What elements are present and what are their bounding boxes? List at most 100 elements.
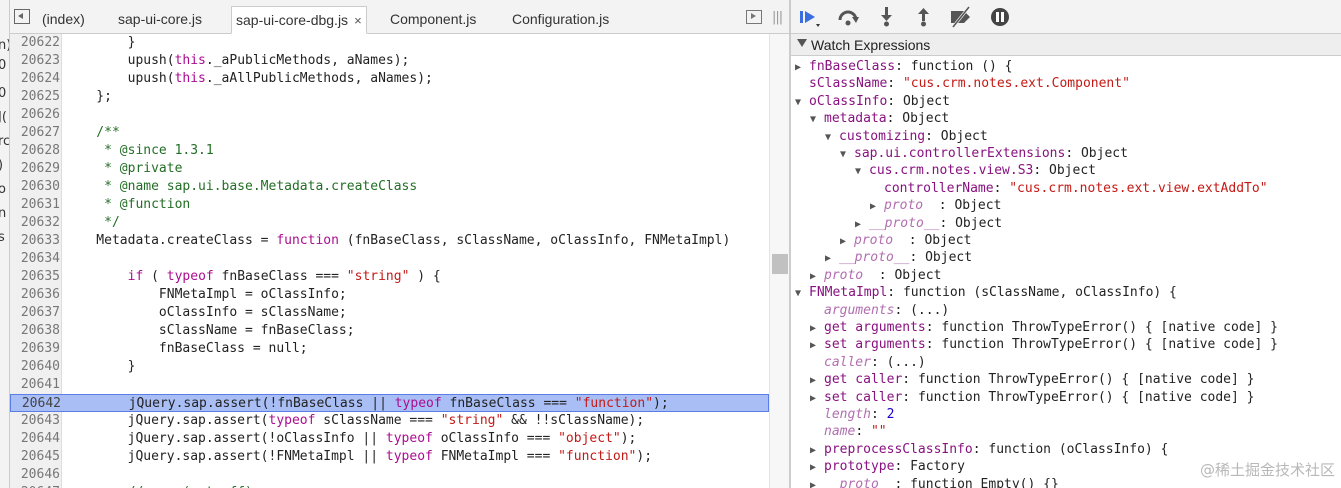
line-number[interactable]: 20626	[10, 106, 60, 124]
expand-arrow-icon[interactable]: ▶	[810, 268, 824, 285]
code-text[interactable]: Metadata.createClass = function (fnBaseC…	[65, 232, 730, 250]
code-line[interactable]: 20634	[10, 250, 769, 268]
watch-row[interactable]: ▶ prototype: Factory	[810, 458, 965, 475]
expand-arrow-icon[interactable]: ▶	[825, 250, 839, 267]
code-editor[interactable]: 20622 } 20623 upush(this._aPublicMethods,…	[10, 34, 789, 488]
expand-arrow-icon[interactable]: ▶	[840, 233, 854, 250]
code-text[interactable]: fnBaseClass = null;	[65, 340, 308, 358]
resume-icon[interactable]	[797, 6, 821, 28]
debugger-toggle-icon[interactable]	[746, 10, 762, 24]
code-line[interactable]: 20636 FNMetaImpl = oClassInfo;	[10, 286, 769, 304]
code-text[interactable]: sClassName = fnBaseClass;	[65, 322, 355, 340]
watch-row[interactable]: controllerName: "cus.crm.notes.ext.view.…	[870, 180, 1268, 197]
code-text[interactable]: jQuery.sap.assert(typeof sClassName === …	[65, 412, 645, 430]
code-line[interactable]: 20628 * @since 1.3.1	[10, 142, 769, 160]
code-line[interactable]: 20625 };	[10, 88, 769, 106]
line-number[interactable]: 20645	[10, 448, 60, 466]
code-text[interactable]: // ... (cut off)	[65, 484, 253, 488]
watch-row[interactable]: sClassName: "cus.crm.notes.ext.Component…	[795, 75, 1130, 92]
line-number[interactable]: 20630	[10, 178, 60, 196]
code-line[interactable]: 20626	[10, 106, 769, 124]
watch-expressions-header[interactable]: Watch Expressions	[791, 34, 1341, 56]
editor-scrollbar[interactable]	[769, 34, 789, 488]
code-line[interactable]: 20635 if ( typeof fnBaseClass === "strin…	[10, 268, 769, 286]
code-text[interactable]: }	[65, 358, 136, 376]
code-text[interactable]: }	[65, 34, 136, 52]
code-line[interactable]: 20630 * @name sap.ui.base.Metadata.creat…	[10, 178, 769, 196]
code-line[interactable]: 20624 upush(this._aAllPublicMethods, aNa…	[10, 70, 769, 88]
watch-row[interactable]: ▶ __proto__: Object	[855, 215, 1002, 232]
code-text[interactable]: * @since 1.3.1	[65, 142, 214, 160]
code-text[interactable]: oClassInfo = sClassName;	[65, 304, 347, 322]
code-text[interactable]: jQuery.sap.assert(!fnBaseClass || typeof…	[66, 395, 669, 413]
code-text[interactable]: jQuery.sap.assert(!oClassInfo || typeof …	[65, 430, 637, 448]
expand-arrow-icon[interactable]: ▶	[810, 337, 824, 354]
more-tabs-icon[interactable]: |||	[772, 10, 783, 25]
collapse-arrow-icon[interactable]: ▼	[795, 285, 809, 302]
line-number[interactable]: 20632	[10, 214, 60, 232]
code-text[interactable]: /**	[65, 124, 120, 142]
line-number[interactable]: 20635	[10, 268, 60, 286]
watch-row[interactable]: ▼ cus.crm.notes.view.S3: Object	[855, 162, 1096, 179]
watch-row[interactable]: ▶ get arguments: function ThrowTypeError(…	[810, 319, 1278, 336]
code-line[interactable]: 20622 }	[10, 34, 769, 52]
line-number[interactable]: 20638	[10, 322, 60, 340]
tab-component[interactable]: Component.js	[386, 6, 480, 34]
code-text[interactable]: upush(this._aAllPublicMethods, aNames);	[65, 70, 433, 88]
line-number[interactable]: 20640	[10, 358, 60, 376]
collapse-arrow-icon[interactable]: ▼	[810, 111, 824, 128]
code-line[interactable]: 20640 }	[10, 358, 769, 376]
line-number[interactable]: 20646	[10, 466, 60, 484]
code-line[interactable]: 20632 */	[10, 214, 769, 232]
step-into-icon[interactable]	[875, 6, 899, 28]
watch-row[interactable]: name: ""	[810, 423, 887, 440]
code-line[interactable]: 20629 * @private	[10, 160, 769, 178]
code-line[interactable]: 20639 fnBaseClass = null;	[10, 340, 769, 358]
code-line[interactable]: 20641	[10, 376, 769, 394]
code-line[interactable]: 20631 * @function	[10, 196, 769, 214]
navigator-toggle-icon[interactable]	[14, 9, 30, 24]
code-line[interactable]: 20643 jQuery.sap.assert(typeof sClassNam…	[10, 412, 769, 430]
code-text[interactable]: upush(this._aPublicMethods, aNames);	[65, 52, 410, 70]
code-text[interactable]: jQuery.sap.assert(!FNMetaImpl || typeof …	[65, 448, 652, 466]
line-number[interactable]: 20642	[11, 395, 61, 413]
line-number[interactable]: 20636	[10, 286, 60, 304]
line-number[interactable]: 20627	[10, 124, 60, 142]
collapse-arrow-icon[interactable]: ▼	[855, 163, 869, 180]
code-line[interactable]: 20646	[10, 466, 769, 484]
watch-row[interactable]: ▶ set arguments: function ThrowTypeError(…	[810, 336, 1278, 353]
line-number[interactable]: 20641	[10, 376, 60, 394]
expand-arrow-icon[interactable]: ▶	[810, 459, 824, 476]
watch-row[interactable]: ▶ get caller: function ThrowTypeError() {…	[810, 371, 1254, 388]
expand-arrow-icon[interactable]	[797, 39, 807, 47]
line-number[interactable]: 20643	[10, 412, 60, 430]
scrollbar-thumb[interactable]	[772, 254, 788, 274]
line-number[interactable]: 20637	[10, 304, 60, 322]
line-number[interactable]: 20624	[10, 70, 60, 88]
line-number[interactable]: 20629	[10, 160, 60, 178]
code-line[interactable]: 20647 // ... (cut off)	[10, 484, 769, 488]
watch-row[interactable]: ▶ proto : Object	[810, 267, 941, 284]
line-number[interactable]: 20623	[10, 52, 60, 70]
watch-row[interactable]: ▶ preprocessClassInfo: function (oClassIn…	[810, 441, 1168, 458]
expand-arrow-icon[interactable]: ▶	[855, 216, 869, 233]
line-number[interactable]: 20647	[10, 484, 60, 488]
tab-sap-ui-core[interactable]: sap-ui-core.js	[114, 6, 206, 34]
code-text[interactable]: * @name sap.ui.base.Metadata.createClass	[65, 178, 417, 196]
expand-arrow-icon[interactable]: ▶	[810, 442, 824, 459]
line-number[interactable]: 20625	[10, 88, 60, 106]
code-text[interactable]: * @private	[65, 160, 182, 178]
collapse-arrow-icon[interactable]: ▼	[795, 94, 809, 111]
watch-row[interactable]: ▼ sap.ui.controllerExtensions: Object	[840, 145, 1128, 162]
watch-row[interactable]: ▶ set caller: function ThrowTypeError() {…	[810, 389, 1254, 406]
tab-sap-ui-core-dbg[interactable]: sap-ui-core-dbg.js ×	[231, 6, 367, 34]
watch-row[interactable]: ▼ FNMetaImpl: function (sClassName, oClas…	[795, 284, 1177, 301]
step-over-icon[interactable]	[836, 6, 860, 28]
pause-on-exceptions-icon[interactable]	[989, 6, 1013, 28]
watch-row[interactable]: ▶ __proto__: Object	[825, 249, 972, 266]
line-number[interactable]: 20634	[10, 250, 60, 268]
expand-arrow-icon[interactable]: ▶	[795, 59, 809, 76]
code-text[interactable]: if ( typeof fnBaseClass === "string" ) {	[65, 268, 441, 286]
line-number[interactable]: 20622	[10, 34, 60, 52]
code-line[interactable]: 20645 jQuery.sap.assert(!FNMetaImpl || t…	[10, 448, 769, 466]
